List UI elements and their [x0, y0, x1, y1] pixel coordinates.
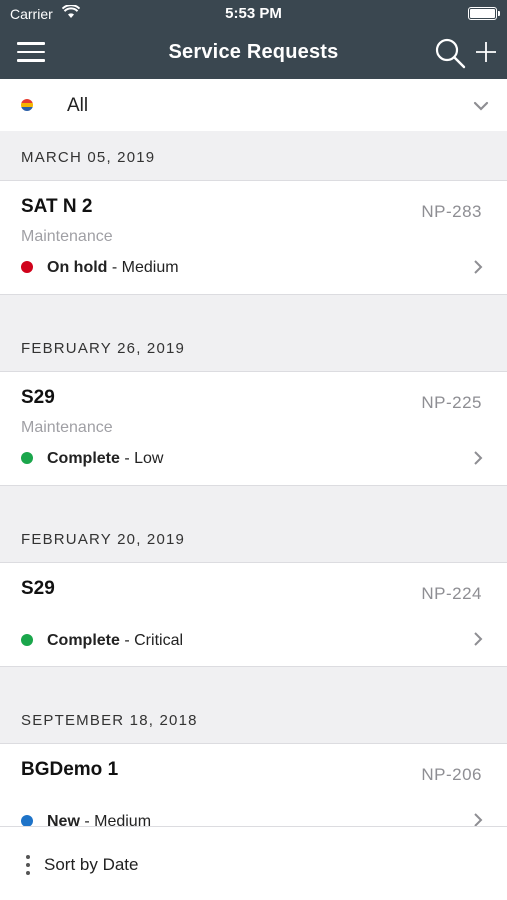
chevron-right-icon — [474, 632, 483, 646]
list-item[interactable]: S29 Maintenance NP-225 Complete - Low — [0, 372, 507, 486]
status-label: Complete — [47, 632, 120, 649]
org-logo-icon — [21, 99, 33, 111]
chevron-right-icon — [474, 451, 483, 465]
status-bar: Carrier 5:53 PM — [0, 0, 507, 28]
status-dot-icon — [21, 815, 33, 826]
request-status: On hold - Medium — [21, 259, 179, 277]
status-label: Complete — [47, 450, 120, 467]
section-date-header: MARCH 05, 2019 — [0, 131, 507, 181]
request-status: Complete - Low — [21, 450, 163, 468]
priority-label: - Medium — [107, 259, 179, 276]
chevron-down-icon — [473, 101, 489, 111]
section-date-header: FEBRUARY 20, 2019 — [0, 486, 507, 563]
list-item[interactable]: BGDemo 1 NP-206 New - Medium — [0, 744, 507, 826]
list-item[interactable]: S29 NP-224 Complete - Critical — [0, 563, 507, 667]
priority-label: - Medium — [79, 813, 152, 826]
clock: 5:53 PM — [225, 5, 282, 22]
request-number: NP-225 — [421, 393, 482, 412]
chevron-right-icon — [474, 260, 483, 274]
add-request-button[interactable] — [474, 40, 498, 64]
status-dot-icon — [21, 261, 33, 273]
section-date-header: SEPTEMBER 18, 2018 — [0, 667, 507, 744]
request-name: S29 — [21, 578, 55, 599]
page-title: Service Requests — [168, 41, 339, 63]
section-date-header: FEBRUARY 26, 2019 — [0, 295, 507, 372]
request-name: SAT N 2 — [21, 196, 93, 217]
filter-dropdown[interactable]: All — [0, 79, 507, 131]
status-label: On hold — [47, 259, 108, 276]
request-list[interactable]: MARCH 05, 2019 SAT N 2 Maintenance NP-28… — [0, 131, 507, 826]
search-icon[interactable] — [434, 37, 466, 69]
request-type: Maintenance — [21, 419, 113, 436]
list-item[interactable]: SAT N 2 Maintenance NP-283 On hold - Med… — [0, 181, 507, 295]
request-status: New - Medium — [21, 813, 151, 826]
more-vertical-icon — [26, 855, 30, 875]
nav-bar: Service Requests — [0, 28, 507, 79]
priority-label: - Low — [119, 450, 164, 467]
request-name: S29 — [21, 387, 55, 408]
sort-button[interactable]: Sort by Date — [0, 826, 507, 900]
request-type: Maintenance — [21, 228, 113, 245]
request-number: NP-283 — [421, 202, 482, 221]
status-dot-icon — [21, 634, 33, 646]
request-number: NP-206 — [421, 765, 482, 784]
status-label: New — [47, 813, 80, 826]
sort-label: Sort by Date — [44, 855, 139, 874]
request-number: NP-224 — [421, 584, 482, 603]
filter-label: All — [67, 95, 89, 116]
priority-label: - Critical — [119, 632, 184, 649]
battery-icon — [468, 7, 500, 20]
status-dot-icon — [21, 452, 33, 464]
request-status: Complete - Critical — [21, 632, 183, 650]
chevron-right-icon — [474, 813, 483, 826]
request-name: BGDemo 1 — [21, 759, 119, 780]
